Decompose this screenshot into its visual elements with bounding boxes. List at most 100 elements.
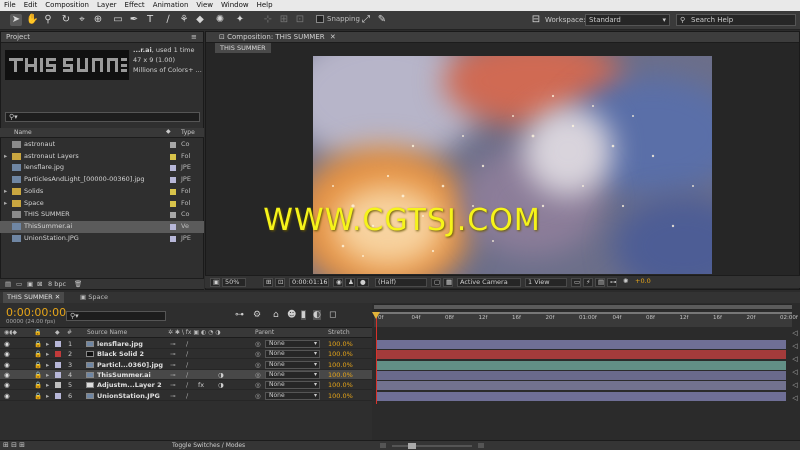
menu-layer[interactable]: Layer <box>93 0 121 11</box>
layer-name[interactable]: UnionStation.JPG <box>97 391 160 401</box>
pan-behind-tool-icon[interactable]: ⊕ <box>92 14 104 26</box>
delete-icon[interactable]: 🗑 <box>74 279 82 290</box>
adjustment-switch-icon[interactable]: ◑ <box>218 370 224 380</box>
clone-stamp-tool-icon[interactable]: ⚘ <box>178 14 190 26</box>
time-navigator-range[interactable] <box>374 305 792 309</box>
column-parent[interactable]: Parent <box>255 328 274 338</box>
shy-switch-icon[interactable]: ⊸ <box>170 339 175 349</box>
disclosure-triangle-icon[interactable]: ▸ <box>46 339 49 349</box>
label-color-swatch[interactable] <box>170 142 176 148</box>
grid-icon[interactable]: ⊡ <box>275 278 285 287</box>
label-color-swatch[interactable] <box>170 177 176 184</box>
layer-stretch[interactable]: 100.0% <box>328 370 353 380</box>
menu-window[interactable]: Window <box>217 0 253 11</box>
timeline-tab-space[interactable]: ▣ Space <box>76 292 112 303</box>
label-color-swatch[interactable] <box>170 188 176 195</box>
layer-stretch[interactable]: 100.0% <box>328 339 353 349</box>
label-color-swatch[interactable] <box>170 223 176 230</box>
layer-end-marker-icon[interactable]: ◁ <box>790 379 800 392</box>
hand-tool-icon[interactable]: ✋ <box>26 14 38 26</box>
motion-blur-icon[interactable]: ◐ <box>313 310 321 320</box>
layer-end-marker-icon[interactable]: ◁ <box>790 353 800 366</box>
layer-name[interactable]: lensflare.jpg <box>97 339 143 349</box>
exposure-icon[interactable]: ✺ <box>621 278 631 287</box>
quality-switch-icon[interactable]: ∕ <box>186 391 188 401</box>
layer-switches-icon[interactable]: ⊞ ⊟ ⊞ <box>3 441 25 449</box>
region-of-interest-icon[interactable]: ▢ <box>431 278 441 287</box>
puppet-pin-tool-icon[interactable]: ✦ <box>234 14 246 26</box>
live-update-icon[interactable]: ⚙ <box>253 310 261 320</box>
new-composition-icon[interactable]: ▣ <box>27 279 33 290</box>
snap-feather-icon[interactable]: ✎ <box>376 14 388 26</box>
menu-animation[interactable]: Animation <box>149 0 193 11</box>
new-folder-icon[interactable]: ▭ <box>16 279 22 290</box>
column-source-name[interactable]: Source Name <box>87 328 127 338</box>
current-time-indicator[interactable] <box>376 312 377 404</box>
eraser-tool-icon[interactable]: ◆ <box>194 14 206 26</box>
quality-switch-icon[interactable]: ∕ <box>186 380 188 390</box>
parent-select[interactable]: None ▾ <box>265 381 320 390</box>
roto-brush-tool-icon[interactable]: ✺ <box>214 14 226 26</box>
label-color-swatch[interactable] <box>170 153 176 160</box>
layer-row[interactable]: ◉ 🔒 ▸ 5 Adjustm...Layer 2 ⊸ ∕ fx ◑ ◎ None ▾ 100.0% <box>0 380 372 391</box>
layer-duration-bar[interactable] <box>376 360 786 370</box>
timeline-zoom-slider[interactable] <box>392 445 472 447</box>
transparency-grid-icon[interactable]: ▦ <box>443 278 453 287</box>
layer-row[interactable]: ◉ 🔒 ▸ 1 lensflare.jpg ⊸ ∕ ◎ None ▾ 100.0% <box>0 339 372 350</box>
lock-icon[interactable]: ⊡ <box>219 33 225 41</box>
label-color-swatch[interactable] <box>170 200 176 207</box>
layer-row[interactable]: ◉ 🔒 ▸ 6 UnionStation.JPG ⊸ ∕ ◎ None ▾ 100.0% <box>0 391 372 401</box>
layer-stretch[interactable]: 100.0% <box>328 380 353 390</box>
time-ruler[interactable]: 0f 04f 08f 12f 16f 20f 01:00f 04f 08f 12f 16f 20f 02… <box>374 312 798 327</box>
menu-help[interactable]: Help <box>253 0 277 11</box>
disclosure-triangle-icon[interactable]: ▸ <box>46 349 49 359</box>
playhead-handle[interactable] <box>372 312 380 320</box>
project-item[interactable]: ThisSummer.ai Ve <box>0 220 204 233</box>
disclosure-triangle-icon[interactable]: ▸ <box>46 360 49 370</box>
layer-stretch[interactable]: 100.0% <box>328 391 353 401</box>
parent-select[interactable]: None ▾ <box>265 350 320 359</box>
layer-name[interactable]: ThisSummer.ai <box>97 370 151 380</box>
graph-editor-icon[interactable]: ◻ <box>329 310 336 320</box>
label-color-swatch[interactable] <box>170 165 176 172</box>
close-icon[interactable]: ✕ <box>55 293 60 301</box>
draft-3d-icon[interactable]: ⌂ <box>273 310 279 320</box>
zoom-in-icon[interactable] <box>478 443 484 448</box>
timeline-current-time[interactable]: 0:00:00:00 <box>6 306 66 319</box>
layer-end-marker-icon[interactable]: ◁ <box>790 340 800 353</box>
menu-composition[interactable]: Composition <box>41 0 93 11</box>
lock-icon[interactable]: 🔒 <box>34 360 42 370</box>
project-item[interactable]: lensflare.jpg JPE <box>0 162 204 174</box>
shy-switch-icon[interactable]: ⊸ <box>170 360 175 370</box>
disclosure-triangle-icon[interactable]: ▸ <box>46 380 49 390</box>
layer-duration-bar[interactable] <box>376 381 786 391</box>
show-snapshot-icon[interactable]: ♟ <box>345 278 355 287</box>
layer-row[interactable]: ◉ 🔒 ▸ 4 ThisSummer.ai ⊸ ∕ ◑ ◎ None ▾ 100.0% <box>0 369 372 381</box>
safe-zones-icon[interactable]: ⊞ <box>263 278 273 287</box>
layer-duration-bar[interactable] <box>376 370 786 381</box>
snapshot-icon[interactable]: ◉ <box>333 278 343 287</box>
label-color-swatch[interactable] <box>170 235 176 242</box>
eye-icon[interactable]: ◉ <box>4 349 10 359</box>
disclosure-triangle-icon[interactable]: ▸ <box>46 391 49 401</box>
pick-whip-icon[interactable]: ◎ <box>255 339 261 349</box>
shy-switch-icon[interactable]: ⊸ <box>170 349 175 359</box>
eye-icon[interactable]: ◉ <box>4 380 10 390</box>
shy-layers-icon[interactable]: ☻ <box>287 310 296 320</box>
quality-switch-icon[interactable]: ∕ <box>186 370 188 380</box>
camera-select[interactable]: Active Camera <box>457 278 521 287</box>
composition-mini-flowchart-icon[interactable]: ⊶ <box>235 310 244 320</box>
layer-end-marker-icon[interactable]: ◁ <box>790 392 800 405</box>
adjustment-switch-icon[interactable]: ◑ <box>218 380 224 390</box>
close-icon[interactable]: ✕ <box>330 33 336 41</box>
bit-depth-label[interactable]: 8 bpc <box>48 279 66 290</box>
lock-icon[interactable]: 🔒 <box>34 349 42 359</box>
label-color-swatch[interactable] <box>170 212 176 219</box>
menu-view[interactable]: View <box>192 0 217 11</box>
project-search-input[interactable]: ⚲▾ <box>5 112 200 122</box>
search-help-input[interactable]: ⚲ Search Help <box>676 14 796 26</box>
panel-menu-icon[interactable]: ≡ <box>191 32 197 43</box>
pick-whip-icon[interactable]: ◎ <box>255 370 261 380</box>
workspace-panel-icon[interactable]: ⊟ <box>530 14 542 26</box>
menu-edit[interactable]: Edit <box>20 0 42 11</box>
